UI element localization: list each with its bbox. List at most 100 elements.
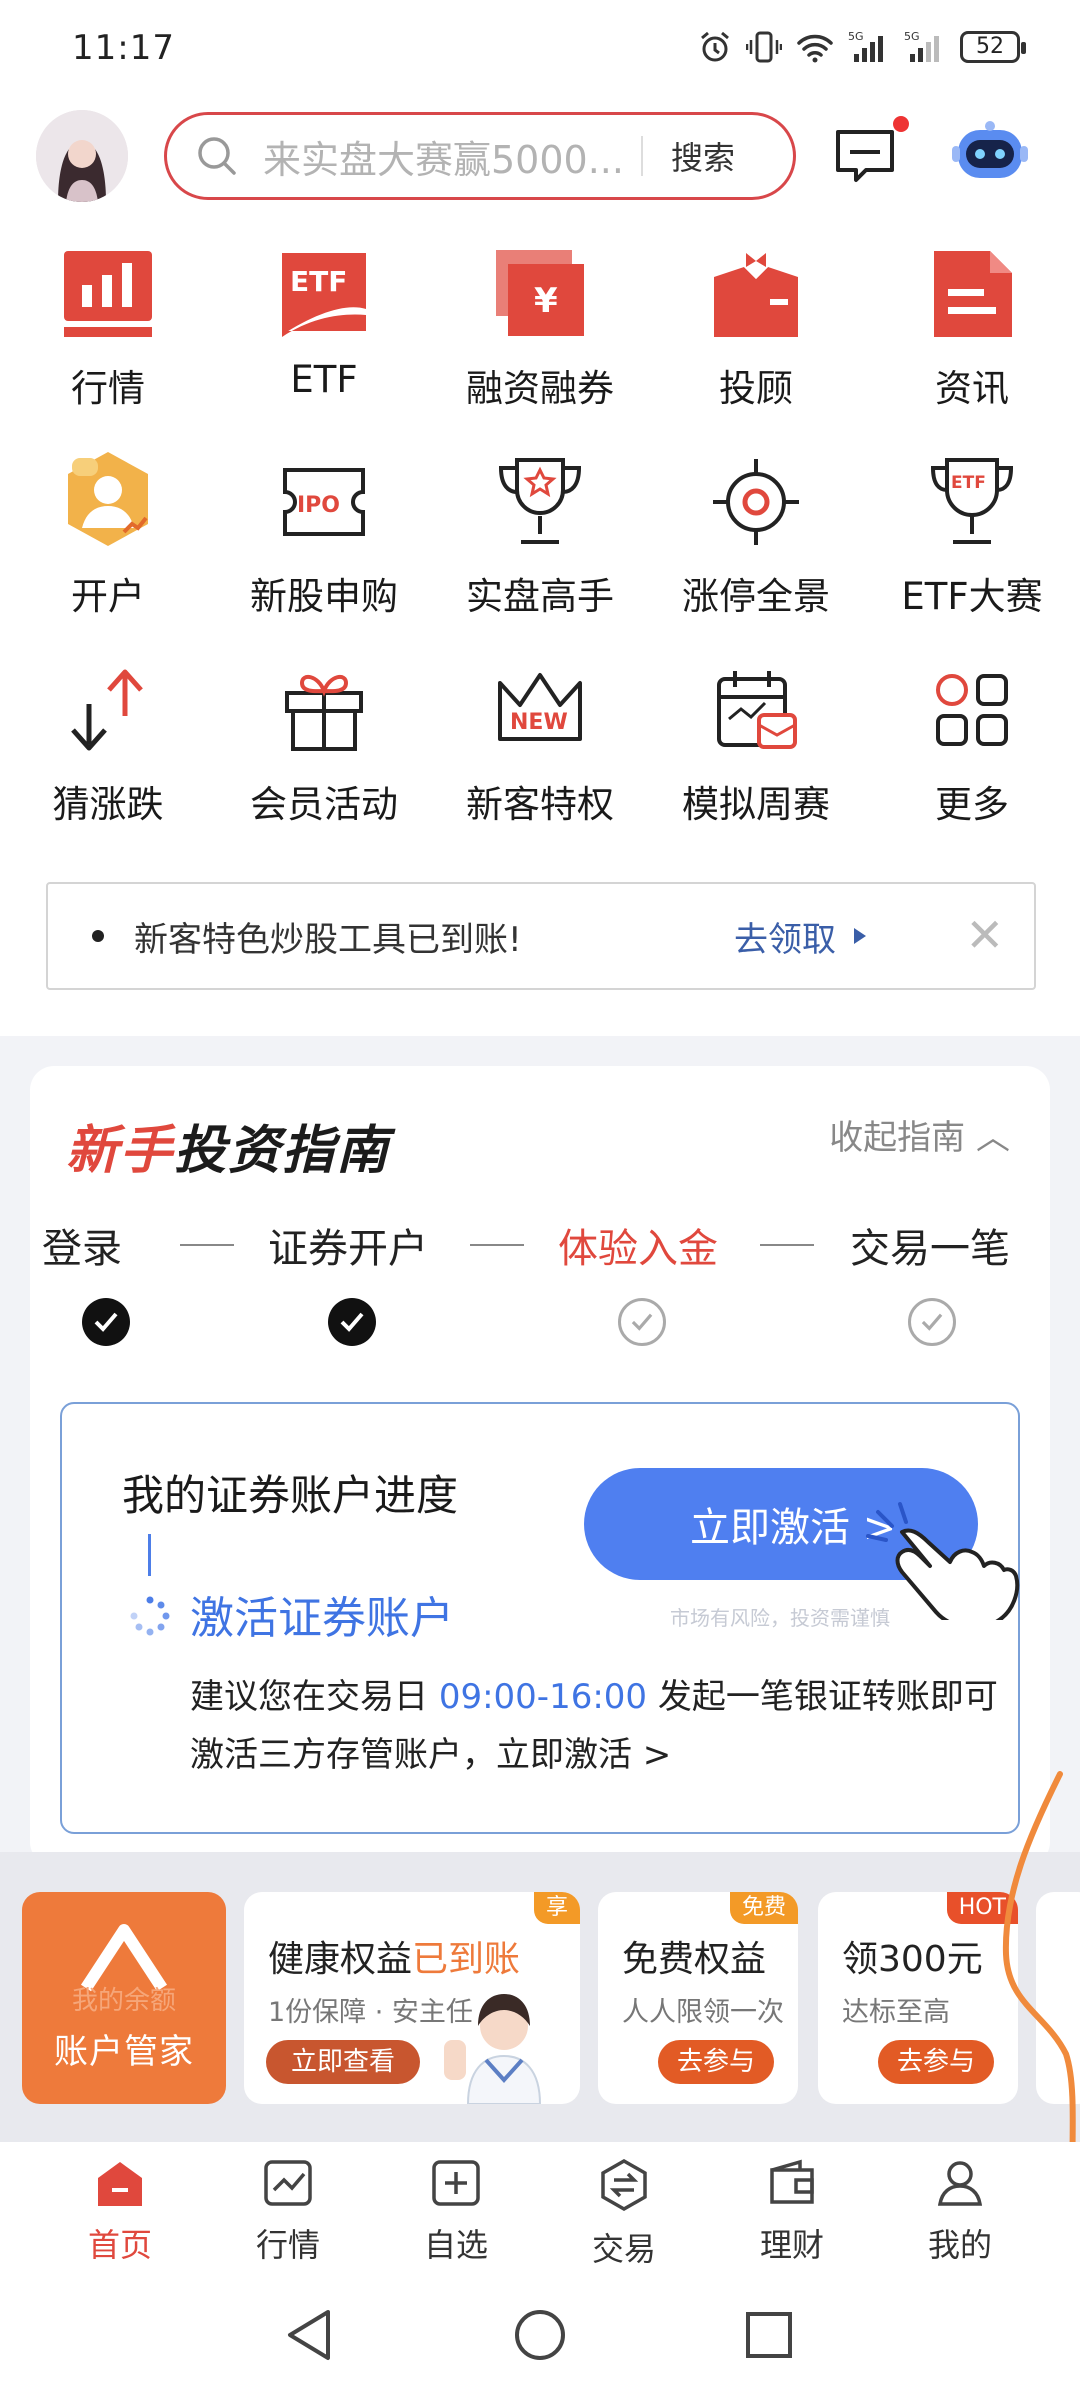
grid-item-calendar[interactable]: 模拟周赛 bbox=[648, 660, 864, 828]
more-grid-icon bbox=[864, 660, 1080, 760]
grid-item-label: 行情 bbox=[71, 367, 145, 410]
grid-item-ipo[interactable]: IPO 新股申购 bbox=[216, 452, 432, 620]
etf-cup-icon: ETF bbox=[864, 452, 1080, 552]
grid-item-label: 投顾 bbox=[719, 367, 793, 410]
grid-item-new-crown[interactable]: NEW 新客特权 bbox=[432, 660, 648, 828]
trade-icon bbox=[554, 2158, 694, 2216]
notice-claim-link[interactable]: 去领取 bbox=[734, 912, 836, 961]
health-benefit-card[interactable]: 享 健康权益已到账 1份保障 · 安主任 立即查看 bbox=[244, 1892, 580, 2104]
margin-trading-icon: ¥ bbox=[432, 244, 648, 344]
grid-item-label: 涨停全景 bbox=[682, 575, 830, 618]
free-tag: 免费 bbox=[729, 1892, 798, 1924]
step-connector bbox=[180, 1244, 234, 1246]
grid-item-label: 新股申购 bbox=[250, 575, 398, 618]
grid-item-label: 会员活动 bbox=[250, 783, 398, 826]
health-benefit-subtitle: 1份保障 · 安主任 bbox=[268, 1997, 473, 2028]
tab-label: 理财 bbox=[759, 2226, 824, 2264]
signal-1-icon: 5G bbox=[848, 30, 883, 62]
message-icon[interactable] bbox=[834, 128, 896, 184]
grid-item-etf-cup[interactable]: ETF ETF大赛 bbox=[864, 452, 1080, 620]
tab-wallet[interactable]: 理财 bbox=[722, 2158, 862, 2266]
profile-icon bbox=[890, 2158, 1030, 2212]
guide-title: 新手投资指南 bbox=[66, 1108, 390, 1183]
play-arrow-icon bbox=[854, 928, 866, 944]
pointing-hand-icon bbox=[866, 1502, 1020, 1620]
step-login: 登录 bbox=[42, 1226, 122, 1272]
collapse-guide-label: 收起指南 bbox=[829, 1118, 966, 1158]
close-icon[interactable]: ✕ bbox=[965, 912, 1004, 958]
advisor-icon bbox=[648, 244, 864, 344]
free-benefit-card[interactable]: 免费 免费权益 人人限领一次 去参与 bbox=[598, 1892, 798, 2104]
gift-icon bbox=[216, 660, 432, 760]
search-divider bbox=[641, 136, 643, 176]
grid-item-advisor[interactable]: 投顾 bbox=[648, 244, 864, 412]
notice-bar[interactable]: 新客特色炒股工具已到账! 去领取 ✕ bbox=[46, 882, 1036, 990]
ipo-icon: IPO bbox=[216, 452, 432, 552]
search-bar[interactable]: 来实盘大赛赢5000... 搜索 bbox=[164, 112, 796, 200]
tab-watchlist[interactable]: 自选 bbox=[386, 2158, 526, 2266]
search-placeholder[interactable]: 来实盘大赛赢5000... bbox=[263, 129, 633, 184]
avatar[interactable] bbox=[36, 110, 128, 202]
step-open-account: 证券开户 bbox=[268, 1226, 428, 1272]
view-now-button[interactable]: 立即查看 bbox=[266, 2040, 420, 2084]
grid-item-gift[interactable]: 会员活动 bbox=[216, 660, 432, 828]
grid-item-up-down[interactable]: 猜涨跌 bbox=[0, 660, 216, 828]
tab-home[interactable]: 首页 bbox=[50, 2158, 190, 2266]
tab-market[interactable]: 行情 bbox=[218, 2158, 358, 2266]
grid-item-label: 开户 bbox=[71, 575, 145, 618]
card-title: 我的证券账户进度 bbox=[122, 1471, 459, 1520]
doctor-illustration-icon bbox=[444, 1994, 542, 2104]
recent-apps-icon[interactable] bbox=[744, 2310, 794, 2360]
grid-item-etf[interactable]: ETF ETF bbox=[216, 244, 432, 401]
guide-title-black: 投资指南 bbox=[174, 1121, 391, 1181]
account-balance-label: 我的余额 bbox=[71, 1986, 176, 2016]
grid-item-label: 实盘高手 bbox=[466, 575, 614, 618]
account-manager-card[interactable]: 我的余额 账户管家 bbox=[22, 1892, 226, 2104]
watchlist-icon bbox=[386, 2158, 526, 2212]
tab-label: 我的 bbox=[927, 2226, 992, 2264]
tab-trade[interactable]: 交易 bbox=[554, 2158, 694, 2270]
new-crown-icon: NEW bbox=[432, 660, 648, 760]
chevron-up-icon: ︿ bbox=[976, 1118, 1010, 1158]
collapse-guide-button[interactable]: 收起指南 ︿ bbox=[829, 1110, 1010, 1159]
search-button[interactable]: 搜索 bbox=[671, 133, 735, 179]
home-nav-icon[interactable] bbox=[513, 2308, 567, 2362]
desc-before: 建议您在交易日 bbox=[190, 1677, 439, 1717]
step-connector bbox=[760, 1244, 814, 1246]
signal-2-icon: 5G bbox=[904, 30, 939, 62]
status-icons: 5G 5G 52 bbox=[698, 30, 1026, 64]
tab-label: 交易 bbox=[591, 2230, 656, 2268]
tab-profile[interactable]: 我的 bbox=[890, 2158, 1030, 2266]
grid-item-market-chart[interactable]: 行情 bbox=[0, 244, 216, 412]
join-button[interactable]: 去参与 bbox=[878, 2040, 994, 2084]
guide-title-red: 新手 bbox=[66, 1121, 175, 1181]
grid-item-margin-trading[interactable]: ¥ 融资融券 bbox=[432, 244, 648, 412]
svg-text:¥: ¥ bbox=[534, 281, 558, 321]
trading-hours: 09:00-16:00 bbox=[438, 1677, 648, 1717]
home-icon bbox=[50, 2158, 190, 2212]
step-connector bbox=[470, 1244, 524, 1246]
etf-icon: ETF bbox=[216, 244, 432, 344]
status-time: 11:17 bbox=[72, 28, 175, 68]
grid-item-more-grid[interactable]: 更多 bbox=[864, 660, 1080, 828]
trophy-icon bbox=[432, 452, 648, 552]
grid-item-open-account[interactable]: 开户 bbox=[0, 452, 216, 620]
bottom-tab-bar: 首页 行情 自选 交易 理财 我的 bbox=[0, 2142, 1080, 2272]
grid-item-label: 资讯 bbox=[935, 367, 1009, 410]
wallet-icon bbox=[722, 2158, 862, 2212]
step-trade-check-icon bbox=[908, 1298, 956, 1346]
news-icon bbox=[864, 244, 1080, 344]
grid-item-label: ETF大赛 bbox=[901, 575, 1043, 618]
join-button[interactable]: 去参与 bbox=[658, 2040, 774, 2084]
market-chart-icon bbox=[0, 244, 216, 344]
bonus-300-card[interactable]: HOT 领300元 达标至高 去参与 bbox=[818, 1892, 1018, 2104]
tab-label: 行情 bbox=[255, 2226, 320, 2264]
enjoy-tag: 享 bbox=[533, 1892, 580, 1924]
alarm-icon bbox=[701, 31, 729, 62]
robot-assistant-icon[interactable] bbox=[952, 120, 1028, 186]
grid-item-trophy[interactable]: 实盘高手 bbox=[432, 452, 648, 620]
step-deposit: 体验入金 bbox=[558, 1226, 718, 1272]
grid-item-news[interactable]: 资讯 bbox=[864, 244, 1080, 412]
back-icon[interactable] bbox=[284, 2308, 334, 2362]
grid-item-target[interactable]: 涨停全景 bbox=[648, 452, 864, 620]
